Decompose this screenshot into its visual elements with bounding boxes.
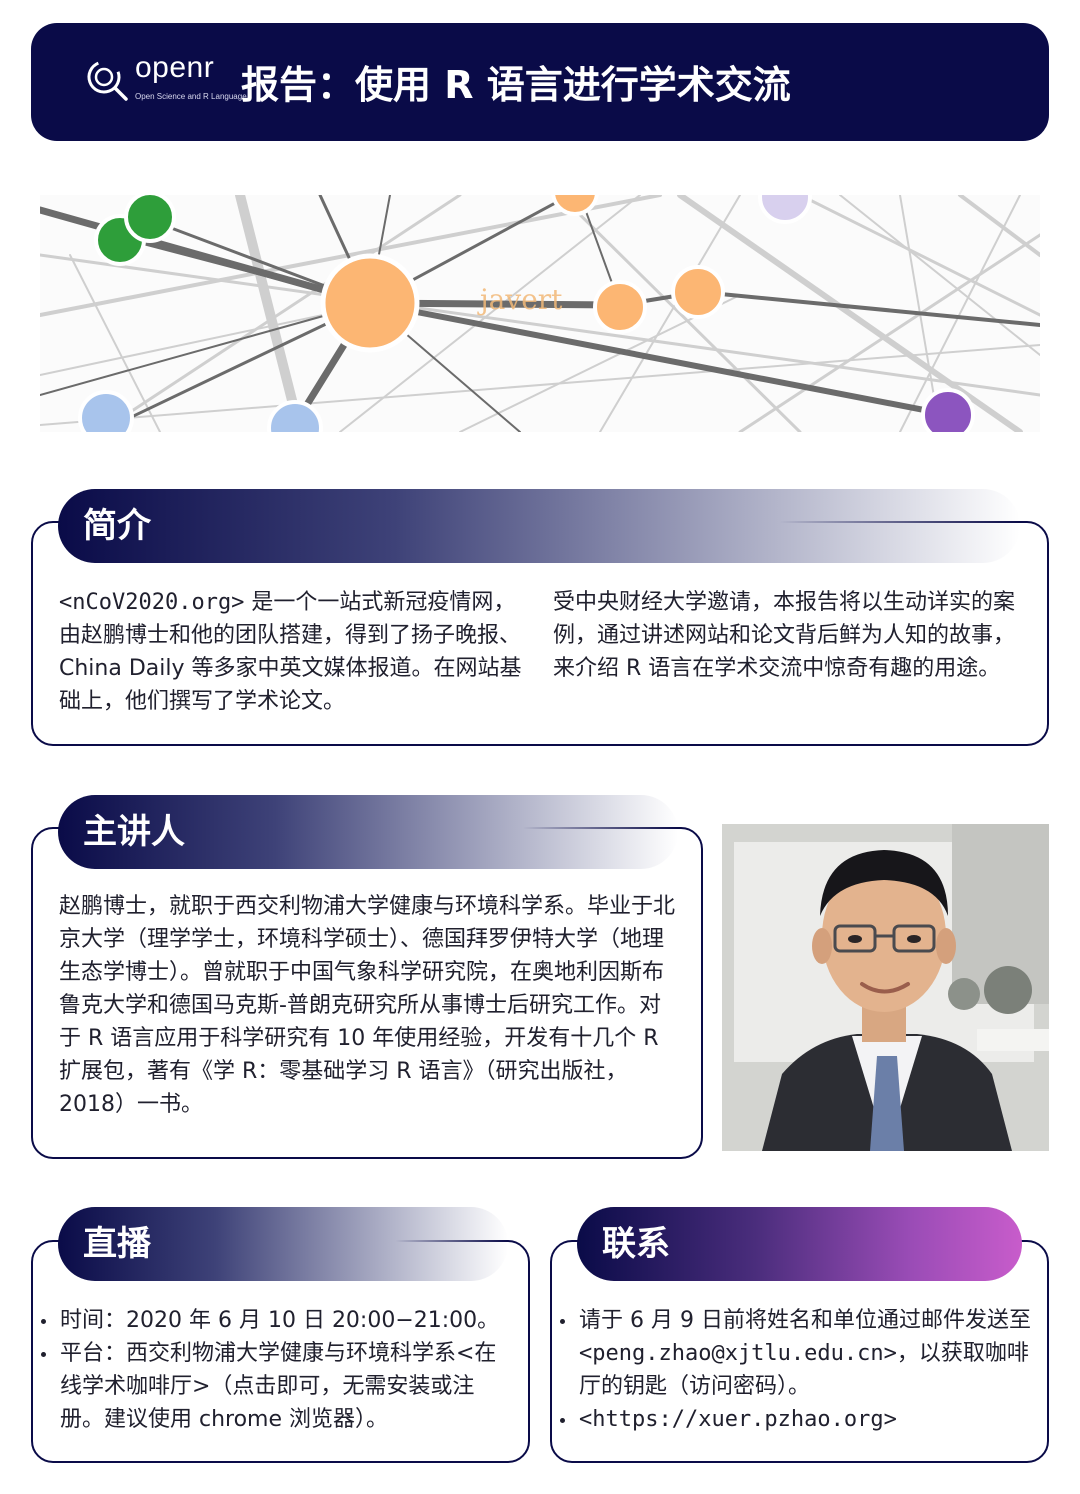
contact-details-list: 请于 6 月 9 日前将姓名和单位通过邮件发送至 <peng.zhao@xjtl…	[559, 1304, 1039, 1436]
intro-heading: 简介	[58, 489, 1020, 563]
header-bar: openr Open Science and R Language 报告：使用 …	[31, 23, 1049, 141]
speaker-heading: 主讲人	[58, 795, 678, 869]
ncov-site-link[interactable]: <nCoV2020.org>	[59, 590, 244, 615]
contact-heading: 联系	[577, 1207, 1022, 1281]
intro-left-paragraph: <nCoV2020.org> 是一个一站式新冠疫情网，由赵鹏博士和他的团队搭建，…	[59, 590, 522, 714]
list-item: 时间：2020 年 6 月 10 日 20:00−21:00。	[40, 1304, 518, 1337]
list-item: <https://xuer.pzhao.org>	[559, 1403, 1039, 1436]
graph-node-label: javert	[480, 283, 563, 316]
live-heading: 直播	[58, 1207, 508, 1281]
intro-right-paragraph: 受中央财经大学邀请，本报告将以生动详实的案例，通过讲述网站和论文背后鲜为人知的故…	[553, 590, 1016, 681]
logo-tagline: Open Science and R Language	[135, 92, 247, 101]
website-link[interactable]: <https://xuer.pzhao.org>	[579, 1407, 897, 1432]
list-item: 请于 6 月 9 日前将姓名和单位通过邮件发送至 <peng.zhao@xjtl…	[559, 1304, 1039, 1403]
list-item[interactable]: 平台：西交利物浦大学健康与环境科学系<在线学术咖啡厅>（点击即可，无需安装或注册…	[40, 1337, 518, 1436]
logo-name: openr	[135, 51, 215, 84]
live-details-list: 时间：2020 年 6 月 10 日 20:00−21:00。 平台：西交利物浦…	[40, 1304, 518, 1436]
speaker-portrait-photo	[722, 824, 1049, 1151]
page-title: 报告：使用 R 语言进行学术交流	[241, 63, 791, 107]
speaker-bio: 赵鹏博士，就职于西交利物浦大学健康与环境科学系。毕业于北京大学（理学学士，环境科…	[59, 894, 676, 1117]
network-graph-banner: javert	[40, 195, 1040, 432]
magnifier-r-icon	[87, 60, 128, 101]
email-link[interactable]: <peng.zhao@xjtlu.edu.cn>	[579, 1341, 897, 1366]
